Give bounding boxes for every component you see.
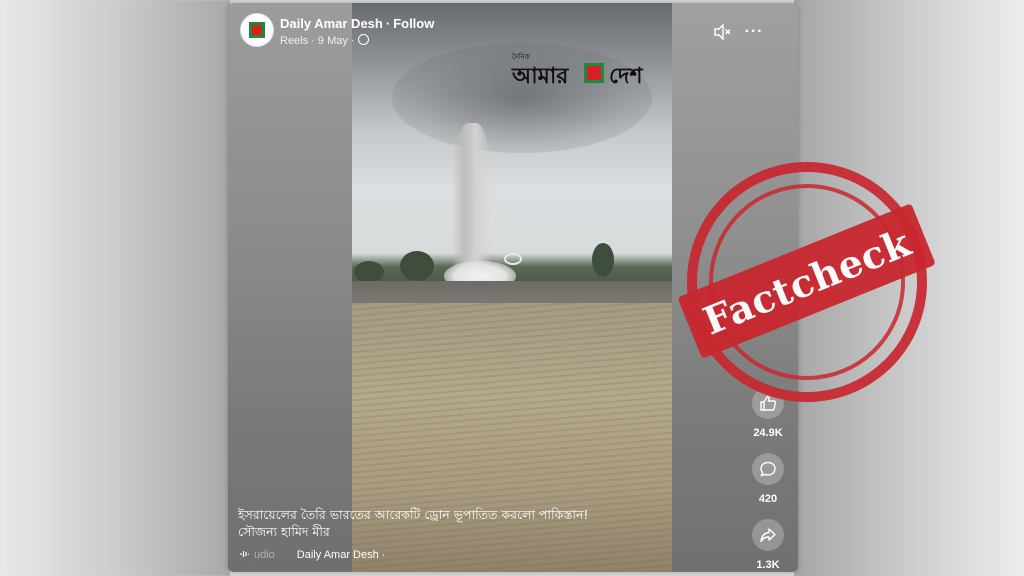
comment-count: 420 [758,493,778,505]
more-icon[interactable]: ··· [744,22,764,42]
video-tree [592,243,614,277]
post-header: Daily Amar Desh · Follow Reels · 9 May · ·… [240,11,780,49]
caption-line: সৌজন্য হামিদ মীর [238,524,330,539]
video-tree [400,251,434,281]
background-left [0,0,230,576]
page-name-row: Daily Amar Desh · Follow [280,16,434,31]
mute-icon[interactable] [712,22,732,42]
post-meta-text: Reels · 9 May · [280,35,355,47]
video-tree [354,261,384,283]
follow-button[interactable]: Follow [393,16,434,31]
page-name-link[interactable]: Daily Amar Desh [280,16,383,31]
video-smoke-column [452,123,492,283]
reel-video[interactable]: দৈনিক আমার দেশ [352,3,672,572]
comment-icon[interactable] [752,453,784,485]
globe-icon [357,34,369,45]
video-watermark: দৈনিক আমার দেশ [512,51,662,89]
audio-icon [240,551,250,557]
caption-line: ইসরায়েলের তৈরি ভারতের আরেকটি ড্রোন ভূপা… [238,507,589,522]
watermark-text-left: আমার [512,64,569,89]
video-road [352,281,672,305]
watermark-text-right: দেশ [609,64,643,89]
post-caption: ইসরায়েলের তৈরি ভারতের আরেকটি ড্রোন ভূপা… [238,506,658,540]
audio-row[interactable]: udio Daily Amar Desh · [240,549,540,561]
watermark-logo [584,63,604,83]
video-ring [504,253,522,265]
video-blur-left [228,3,352,572]
page-avatar-icon[interactable] [240,13,274,47]
separator-dot: · [385,16,391,31]
audio-source[interactable]: Daily Amar Desh · [297,549,386,561]
share-count: 1.3K [756,559,780,571]
audio-label: udio [254,549,275,561]
post-meta: Reels · 9 May · [280,34,369,47]
share-icon[interactable] [752,519,784,551]
